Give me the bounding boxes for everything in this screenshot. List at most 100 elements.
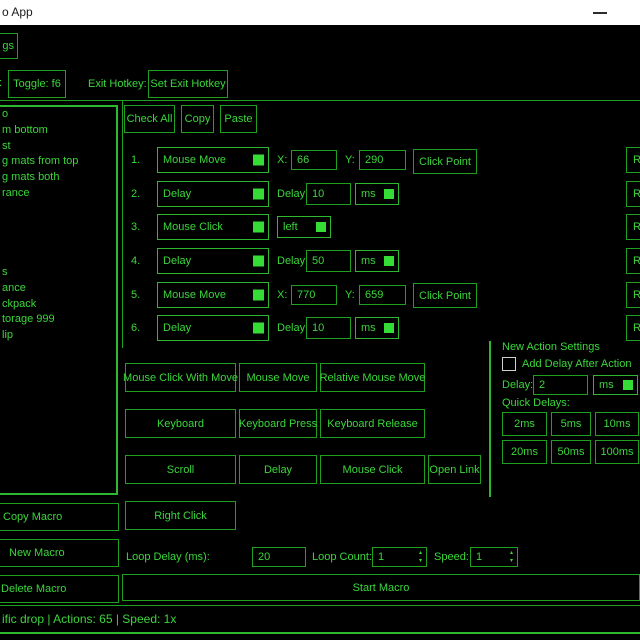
toggle-hotkey-button[interactable]: Toggle: f6 [8,70,66,98]
spinner-arrows-icon[interactable]: ▴▾ [510,549,513,565]
add-relative-mouse-move-button[interactable]: Relative Mouse Move [320,363,425,392]
unit-dropdown[interactable]: ms [355,250,399,272]
remove-button[interactable]: R [626,214,640,240]
paste-button[interactable]: Paste [220,105,257,133]
list-item[interactable]: g mats from top [0,154,116,170]
dropdown-square-icon [253,323,264,334]
paste-label: Paste [224,113,252,125]
delay-value: 10 [312,188,324,200]
remove-button[interactable]: R [626,248,640,274]
action-type-dropdown[interactable]: Delay [157,248,269,274]
add-right-click-button[interactable]: Right Click [125,501,236,530]
list-item[interactable]: ckpack [0,297,116,313]
action-type-dropdown[interactable]: Delay [157,315,269,341]
x-label: X: [277,154,287,166]
y-input[interactable]: 290 [359,150,406,170]
delay-input[interactable]: 10 [306,317,351,339]
add-keyboard-button[interactable]: Keyboard [125,409,236,438]
x-input[interactable]: 770 [291,285,337,305]
quick-delay-2ms-button[interactable]: 2ms [502,412,547,436]
unit-dropdown[interactable]: ms [355,317,399,339]
action-type-dropdown[interactable]: Mouse Move [157,147,269,173]
add-keyboard-press-button[interactable]: Keyboard Press [239,409,317,438]
click-point-button[interactable]: Click Point [413,283,477,308]
quick-delay-100ms-button[interactable]: 100ms [595,440,639,464]
macro-list[interactable]: o m bottom st g mats from top g mats bot… [0,105,118,495]
add-open-link-button[interactable]: Open Link [428,455,481,484]
mouse-button-dropdown[interactable]: left [277,216,331,238]
tab-settings[interactable]: gs [0,33,18,59]
action-type-dropdown[interactable]: Mouse Click [157,214,269,240]
y-input[interactable]: 659 [359,285,406,305]
remove-button[interactable]: R [626,282,640,308]
add-mouse-move-button[interactable]: Mouse Move [239,363,317,392]
delay-label: Delay [277,188,305,200]
list-item[interactable] [0,233,116,249]
list-item[interactable]: torage 999 [0,312,116,328]
button-label: New Macro [9,547,65,559]
nas-delay-input[interactable]: 2 [533,375,588,395]
action-type-dropdown[interactable]: Delay [157,181,269,207]
unit-dropdown[interactable]: ms [355,183,399,205]
quick-delay-5ms-button[interactable]: 5ms [551,412,591,436]
remove-button[interactable]: R [626,181,640,207]
delay-input[interactable]: 10 [306,183,351,205]
minimize-icon[interactable] [593,12,607,14]
button-label: 5ms [561,418,582,430]
list-item[interactable]: m bottom [0,123,116,139]
list-item[interactable]: lip [0,328,116,344]
x-value: 770 [297,289,315,301]
action-type-dropdown[interactable]: Mouse Move [157,282,269,308]
quick-delay-50ms-button[interactable]: 50ms [551,440,591,464]
y-label: Y: [345,154,355,166]
speed-stepper[interactable]: 1 ▴▾ [470,547,518,567]
exit-hotkey-label: Exit Hotkey: [88,78,147,90]
dropdown-square-icon [253,222,264,233]
loop-count-stepper[interactable]: 1 ▴▾ [372,547,427,567]
nas-unit-dropdown[interactable]: ms [593,375,638,395]
add-delay-after-action-checkbox[interactable] [502,357,516,371]
list-item[interactable] [0,202,116,218]
toggle-hotkey-label-fragment: : [0,77,2,89]
dropdown-square-icon [253,155,264,166]
delete-macro-button[interactable]: Delete Macro [0,575,119,603]
list-item[interactable] [0,249,116,265]
remove-button[interactable]: R [626,147,640,173]
list-item[interactable]: ance [0,281,116,297]
add-mouse-click-button[interactable]: Mouse Click [320,455,425,484]
add-delay-button[interactable]: Delay [239,455,317,484]
button-label: Scroll [167,464,195,476]
list-item[interactable]: rance [0,186,116,202]
list-item[interactable] [0,218,116,234]
title-bar: o App [0,0,640,25]
delay-input[interactable]: 50 [306,250,351,272]
quick-delay-20ms-button[interactable]: 20ms [502,440,547,464]
copy-macro-button[interactable]: Copy Macro [0,503,119,531]
copy-button[interactable]: Copy [181,105,214,133]
button-label: Keyboard [157,418,204,430]
remove-label: R [633,322,640,334]
new-macro-button[interactable]: New Macro [0,539,119,567]
add-mouse-click-with-move-button[interactable]: Mouse Click With Move [125,363,236,392]
toggle-hotkey-button-label: Toggle: f6 [13,78,61,90]
loop-delay-input[interactable]: 20 [252,547,306,567]
check-all-button[interactable]: Check All [124,105,175,133]
spinner-arrows-icon[interactable]: ▴▾ [419,549,422,565]
quick-delay-10ms-button[interactable]: 10ms [595,412,639,436]
list-item[interactable]: g mats both [0,170,116,186]
add-scroll-button[interactable]: Scroll [125,455,236,484]
start-macro-button[interactable]: Start Macro [122,574,640,601]
click-point-button[interactable]: Click Point [413,149,477,174]
set-exit-hotkey-button[interactable]: Set Exit Hotkey [148,70,228,98]
y-value: 290 [365,154,383,166]
x-input[interactable]: 66 [291,150,337,170]
nas-delay-label: Delay: [502,379,533,391]
row-number: 2. [131,188,140,200]
add-keyboard-release-button[interactable]: Keyboard Release [320,409,425,438]
row-number: 5. [131,289,140,301]
remove-button[interactable]: R [626,315,640,341]
action-type-value: Mouse Move [163,154,226,166]
list-item[interactable]: o [0,107,116,123]
list-item[interactable]: s [0,265,116,281]
list-item[interactable]: st [0,139,116,155]
